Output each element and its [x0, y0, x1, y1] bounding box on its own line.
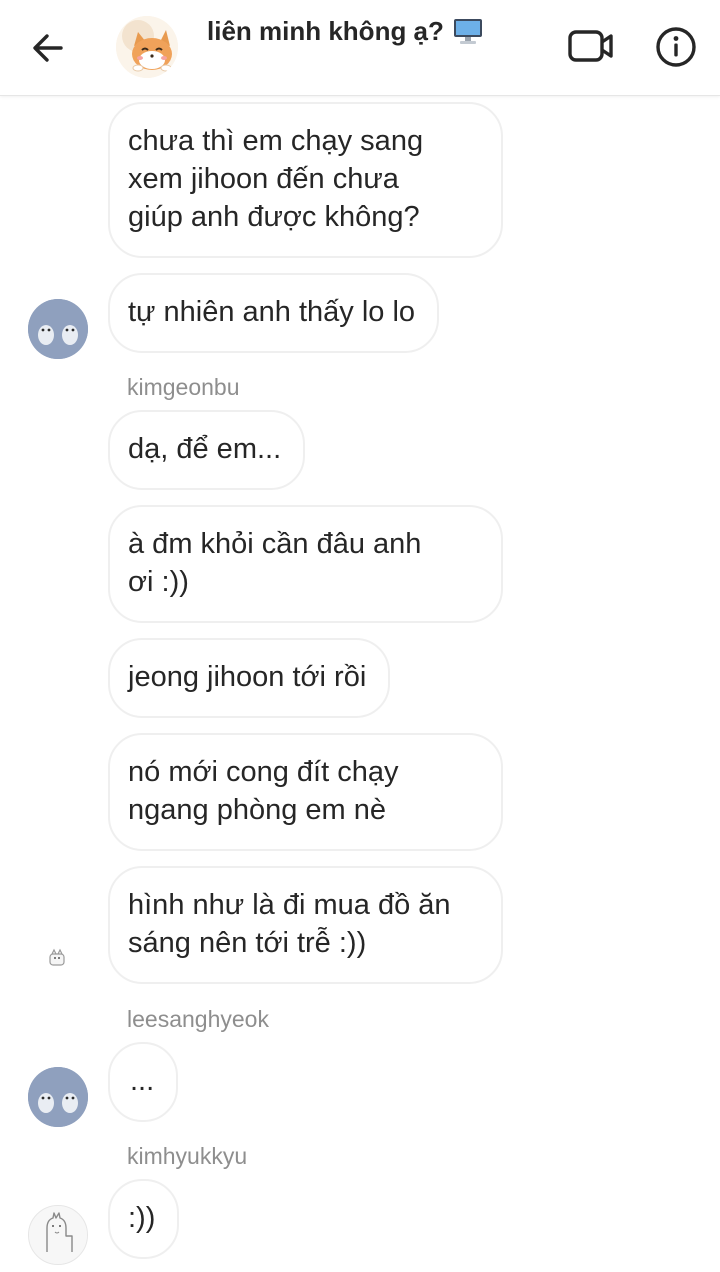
penguin-avatar-icon [28, 299, 88, 359]
chat-header: liên minh không ạ? [0, 0, 720, 96]
message-bubble[interactable]: chưa thì em chạy sang xem jihoon đến chư… [108, 102, 503, 258]
sender-name: leesanghyeok [127, 1006, 269, 1032]
avatar[interactable] [28, 1205, 88, 1265]
avatar[interactable] [28, 299, 88, 359]
message-bubble[interactable]: :)) [108, 1179, 180, 1259]
seen-sticker-icon [49, 948, 65, 966]
video-call-icon[interactable] [567, 27, 615, 65]
shiba-dog-icon [116, 16, 178, 78]
penguin-avatar-icon [28, 1067, 88, 1127]
message-bubble[interactable]: hình như là đi mua đồ ăn sáng nên tới tr… [108, 866, 503, 984]
computer-monitor-icon [454, 19, 482, 44]
message-bubble[interactable]: jeong jihoon tới rồi [108, 638, 391, 718]
back-button[interactable] [28, 28, 68, 68]
back-arrow-icon [33, 34, 63, 62]
info-icon[interactable] [655, 26, 697, 68]
message-bubble[interactable]: nó mới cong đít chạy ngang phòng em nè [108, 733, 503, 851]
avatar[interactable] [28, 1067, 88, 1127]
sender-name: kimgeonbu [127, 374, 240, 400]
group-avatar[interactable] [116, 16, 178, 78]
message-bubble[interactable]: à đm khỏi cần đâu anh ơi :)) [108, 505, 503, 623]
chat-title[interactable]: liên minh không ạ? [207, 16, 444, 47]
message-bubble[interactable]: ... [108, 1042, 179, 1122]
sender-name: kimhyukkyu [127, 1143, 248, 1169]
alpaca-avatar-icon [29, 1206, 87, 1264]
message-bubble[interactable]: tự nhiên anh thấy lo lo [108, 273, 440, 353]
message-bubble[interactable]: dạ, để em... [108, 410, 306, 490]
